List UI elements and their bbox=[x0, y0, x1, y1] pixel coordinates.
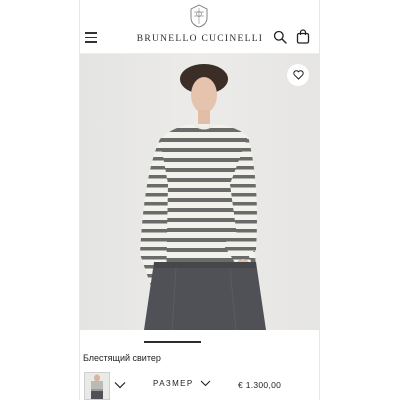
heart-icon bbox=[292, 70, 304, 80]
gallery-progress-indicator bbox=[144, 341, 201, 343]
color-variant-thumbnail[interactable] bbox=[84, 372, 110, 400]
thumbnail-image bbox=[91, 374, 103, 399]
menu-icon[interactable] bbox=[84, 30, 98, 44]
product-title: Блестящий свитер bbox=[83, 353, 161, 363]
size-label: РАЗМЕР bbox=[153, 379, 194, 388]
search-icon[interactable] bbox=[273, 30, 287, 44]
crest-logo bbox=[190, 4, 208, 28]
shopping-bag-icon[interactable] bbox=[296, 29, 310, 44]
size-selector[interactable]: РАЗМЕР bbox=[153, 379, 211, 388]
product-price: € 1.300,00 bbox=[238, 380, 282, 390]
chevron-down-icon bbox=[200, 380, 211, 387]
product-image[interactable] bbox=[80, 54, 319, 330]
model-illustration bbox=[140, 64, 266, 330]
brand-name[interactable]: BRUNELLO CUCINELLI bbox=[132, 34, 268, 44]
page-frame-right bbox=[319, 0, 320, 400]
chevron-down-icon[interactable] bbox=[114, 381, 126, 389]
site-header: BRUNELLO CUCINELLI bbox=[80, 0, 319, 54]
favorite-button[interactable] bbox=[287, 64, 309, 86]
